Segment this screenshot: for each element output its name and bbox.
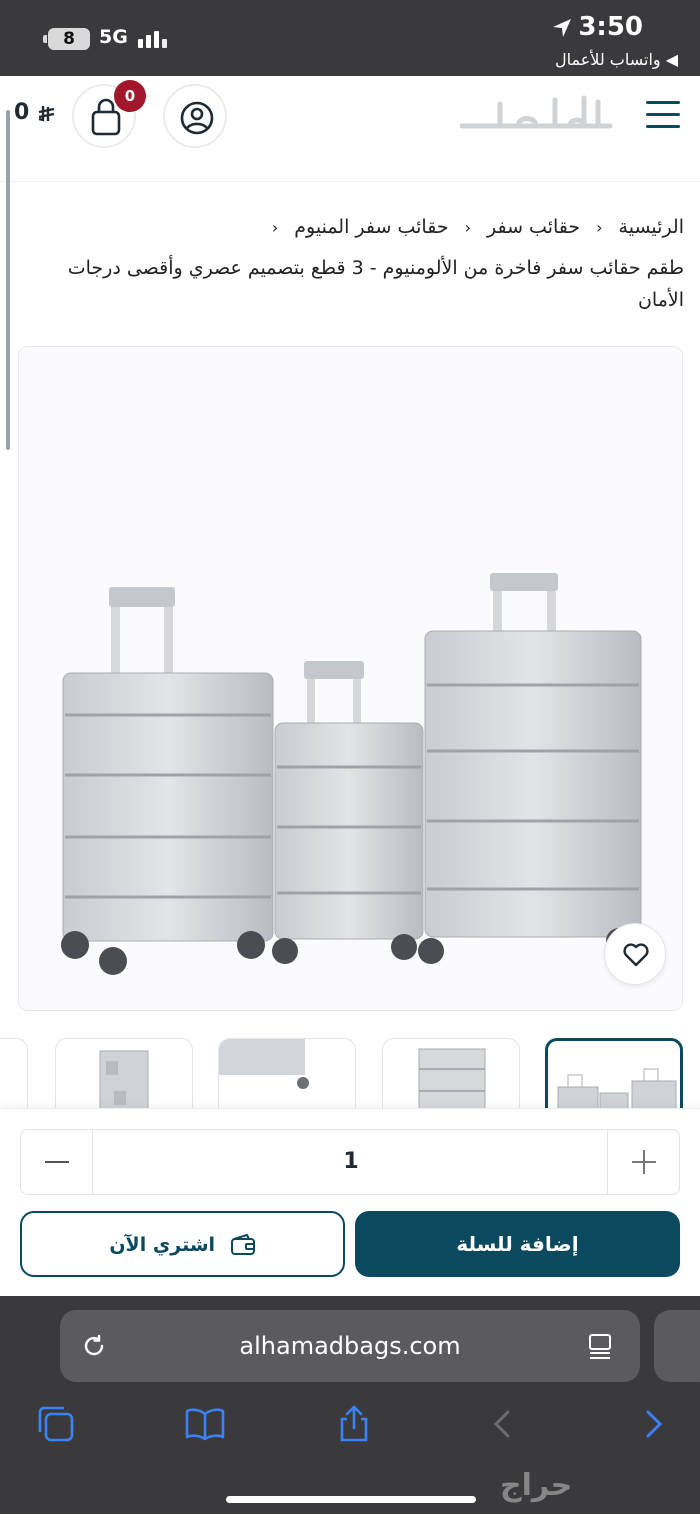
status-time: 3:50	[578, 12, 643, 42]
cart-total-value: 0	[14, 100, 30, 125]
breadcrumb-separator: ‹	[596, 218, 603, 237]
back-to-app-link[interactable]: ◀ واتساب للأعمال	[555, 50, 678, 69]
watermark: حراج	[500, 1468, 573, 1503]
back-app-label: واتساب للأعمال	[554, 50, 661, 69]
browser-toolbar: alhamadbags.com	[0, 1296, 700, 1514]
thumbnail-image	[219, 1039, 309, 1089]
buy-now-label: اشتري الآن	[109, 1233, 216, 1256]
quantity-decrease-button[interactable]	[21, 1130, 93, 1194]
product-title: طقم حقائب سفر فاخرة من الألومنيوم - 3 قط…	[67, 257, 684, 311]
thumbnail-5[interactable]	[0, 1038, 28, 1110]
location-arrow-icon	[553, 19, 571, 37]
battery-indicator: 8	[43, 28, 90, 50]
riyal-icon	[37, 103, 57, 124]
thumbnail-image	[557, 1068, 677, 1110]
breadcrumb: الرئيسية ‹ حقائب سفر ‹ حقائب سفر المنيوم ‹	[256, 216, 684, 238]
scroll-indicator	[6, 110, 10, 450]
user-icon	[180, 101, 214, 135]
breadcrumb-separator: ‹	[271, 218, 279, 237]
back-icon[interactable]	[488, 1404, 518, 1444]
cart-total: 0	[14, 100, 57, 125]
thumbnail-2[interactable]	[382, 1038, 520, 1110]
site-header: 0 0	[0, 76, 700, 182]
thumbnail-3[interactable]	[218, 1038, 356, 1110]
tabs-icon[interactable]	[36, 1404, 76, 1444]
breadcrumb-aluminium-bags[interactable]: حقائب سفر المنيوم	[294, 216, 448, 238]
cart-count-badge: 0	[114, 80, 146, 112]
add-to-cart-button[interactable]: إضافة للسلة	[355, 1211, 680, 1277]
account-button[interactable]	[163, 84, 227, 148]
quantity-stepper: 1	[20, 1129, 680, 1195]
reader-icon[interactable]	[586, 1332, 614, 1362]
breadcrumb-home[interactable]: الرئيسية	[619, 216, 684, 238]
reload-icon[interactable]	[80, 1332, 108, 1360]
breadcrumb-separator: ‹	[464, 218, 471, 237]
menu-button[interactable]	[646, 98, 680, 132]
thumbnail-image	[99, 1050, 149, 1110]
share-icon[interactable]	[334, 1404, 374, 1444]
luggage-set-image	[61, 573, 642, 975]
purchase-panel: 1 اشتري الآن إضافة للسلة	[0, 1108, 700, 1296]
thumbnail-1[interactable]	[545, 1038, 683, 1110]
network-type: 5G	[99, 26, 128, 48]
home-indicator	[226, 1496, 476, 1503]
breadcrumb-travel-bags[interactable]: حقائب سفر	[487, 216, 580, 238]
next-tab-preview[interactable]	[654, 1310, 700, 1382]
heart-icon	[623, 943, 649, 967]
signal-icon	[138, 30, 172, 48]
thumbnail-4[interactable]	[55, 1038, 193, 1110]
thumbnail-image	[418, 1048, 486, 1110]
thumbnail-strip	[0, 1038, 700, 1110]
quantity-input[interactable]: 1	[94, 1130, 608, 1194]
site-logo[interactable]	[460, 92, 615, 132]
wallet-icon	[230, 1233, 255, 1255]
status-bar: 8 5G 3:50 ◀ واتساب للأعمال	[0, 0, 700, 76]
address-bar[interactable]: alhamadbags.com	[60, 1310, 640, 1382]
bookmarks-icon[interactable]	[184, 1404, 226, 1444]
buy-now-button[interactable]: اشتري الآن	[20, 1211, 345, 1277]
product-image-gallery[interactable]	[18, 346, 683, 1011]
wishlist-button[interactable]	[604, 923, 666, 985]
url-text[interactable]: alhamadbags.com	[60, 1310, 640, 1382]
quantity-increase-button[interactable]	[607, 1130, 679, 1194]
forward-icon[interactable]	[638, 1404, 668, 1444]
